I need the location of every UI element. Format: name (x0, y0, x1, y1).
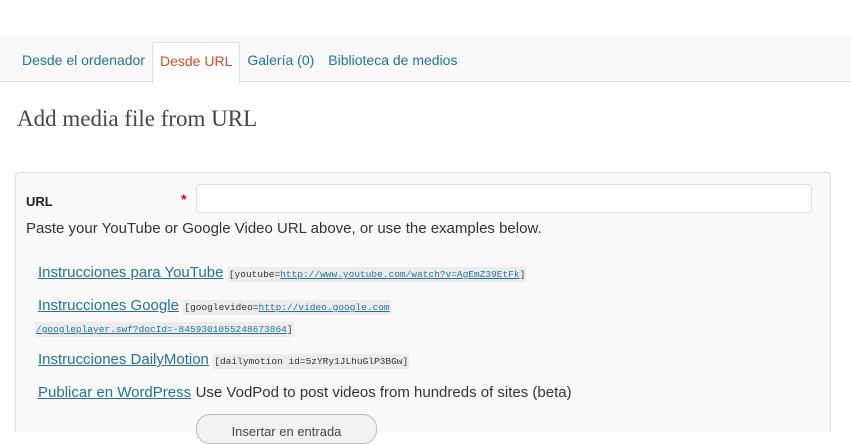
url-label: URL (26, 194, 53, 209)
url-input[interactable] (196, 184, 812, 213)
tab-biblioteca-de-medios[interactable]: Biblioteca de medios (321, 42, 464, 81)
tab-desde-el-ordenador[interactable]: Desde el ordenador (15, 42, 152, 81)
youtube-instructions-row: Instrucciones para YouTube [youtube=http… (38, 264, 527, 282)
url-form-panel: URL * Paste your YouTube or Google Video… (15, 172, 831, 444)
google-shortcode-prefix: [googlevideo= (184, 302, 259, 313)
youtube-shortcode-prefix: [youtube= (228, 269, 281, 280)
youtube-shortcode-suffix: ] (519, 269, 526, 280)
google-instructions-link[interactable]: Instrucciones Google (38, 297, 179, 314)
youtube-instructions-link[interactable]: Instrucciones para YouTube (38, 264, 223, 281)
url-help-text: Paste your YouTube or Google Video URL a… (26, 220, 542, 237)
google-shortcode-example-continued: /googleplayer.swf?docId=-845930105524867… (35, 322, 294, 337)
dailymotion-shortcode-example: [dailymotion id=5zYRy1JLhuGlP3BGw] (213, 354, 410, 369)
required-marker: * (181, 191, 187, 207)
youtube-example-url[interactable]: http://www.youtube.com/watch?v=AgEmZ39Et… (280, 269, 519, 280)
google-shortcode-suffix: ] (286, 324, 293, 335)
page-title: Add media file from URL (17, 106, 258, 131)
dailymotion-instructions-link[interactable]: Instrucciones DailyMotion (38, 351, 209, 368)
wordpress-publish-link[interactable]: Publicar en WordPress (38, 384, 191, 401)
google-example-url-part-1[interactable]: http://video.google.com (259, 302, 390, 313)
google-example-url-part-2[interactable]: /googleplayer.swf?docId=-845930105524867… (36, 324, 287, 335)
media-tab-bar: Desde el ordenador Desde URL Galería (0)… (0, 36, 851, 83)
insert-into-post-button[interactable]: Insertar en entrada (196, 414, 377, 444)
dailymotion-instructions-row: Instrucciones DailyMotion [dailymotion i… (38, 351, 410, 369)
wordpress-vodpod-text: Use VodPod to post videos from hundreds … (195, 384, 572, 401)
media-tabs: Desde el ordenador Desde URL Galería (0)… (15, 42, 464, 83)
google-instructions-row-continued: /googleplayer.swf?docId=-845930105524867… (35, 319, 294, 337)
google-instructions-row: Instrucciones Google [googlevideo=http:/… (38, 297, 391, 315)
tab-desde-url[interactable]: Desde URL (151, 42, 241, 83)
google-shortcode-example: [googlevideo=http://video.google.com (183, 300, 391, 315)
tab-galeria[interactable]: Galería (0) (240, 42, 321, 81)
wordpress-instructions-row: Publicar en WordPress Use VodPod to post… (38, 384, 572, 402)
youtube-shortcode-example: [youtube=http://www.youtube.com/watch?v=… (227, 267, 527, 282)
